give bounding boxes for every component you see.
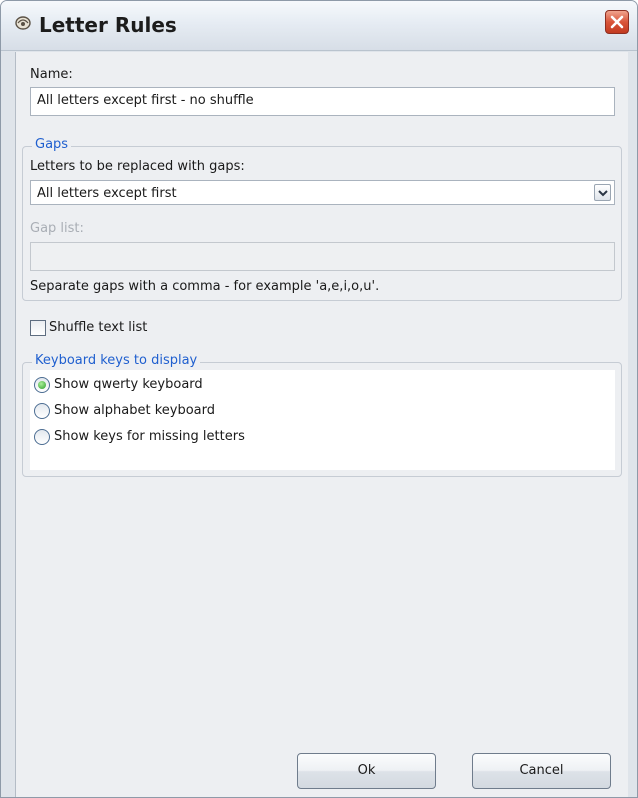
- cancel-button[interactable]: Cancel: [472, 753, 611, 789]
- close-x-icon: [610, 15, 624, 29]
- radio-label: Show qwerty keyboard: [54, 377, 203, 392]
- dialog-content: Name: All letters except first - no shuf…: [15, 52, 628, 797]
- ok-button[interactable]: Ok: [297, 753, 436, 789]
- radio-label: Show keys for missing letters: [54, 429, 245, 444]
- radio-selected-dot: [38, 381, 46, 389]
- window-title: Letter Rules: [39, 13, 177, 37]
- keyboard-legend: Keyboard keys to display: [32, 353, 201, 368]
- radio-label: Show alphabet keyboard: [54, 403, 216, 418]
- name-field[interactable]: All letters except first - no shuffle: [30, 87, 615, 116]
- letters-replaced-dropdown[interactable]: All letters except first: [30, 180, 615, 205]
- radio-button[interactable]: [34, 429, 50, 445]
- letter-rules-app-icon: [15, 16, 31, 30]
- name-label: Name:: [30, 67, 73, 82]
- radio-button[interactable]: [34, 403, 50, 419]
- letters-replaced-label: Letters to be replaced with gaps:: [30, 159, 245, 174]
- close-button[interactable]: [605, 10, 629, 34]
- letters-replaced-value: All letters except first: [37, 186, 177, 201]
- gap-hint-text: Separate gaps with a comma - for example…: [30, 279, 380, 294]
- title-bar[interactable]: Letter Rules: [1, 1, 637, 51]
- keyboard-options-panel: Show qwerty keyboard Show alphabet keybo…: [30, 370, 615, 470]
- chevron-down-icon: [598, 190, 608, 197]
- radio-button[interactable]: [34, 377, 50, 393]
- gaps-legend: Gaps: [32, 137, 72, 152]
- shuffle-label[interactable]: Shuffle text list: [49, 320, 147, 335]
- letter-rules-dialog: Letter Rules Name: All letters except fi…: [0, 0, 638, 798]
- gap-list-label: Gap list:: [30, 221, 84, 236]
- gap-list-field[interactable]: [30, 242, 615, 271]
- dropdown-button[interactable]: [594, 184, 611, 201]
- shuffle-checkbox[interactable]: [30, 320, 46, 336]
